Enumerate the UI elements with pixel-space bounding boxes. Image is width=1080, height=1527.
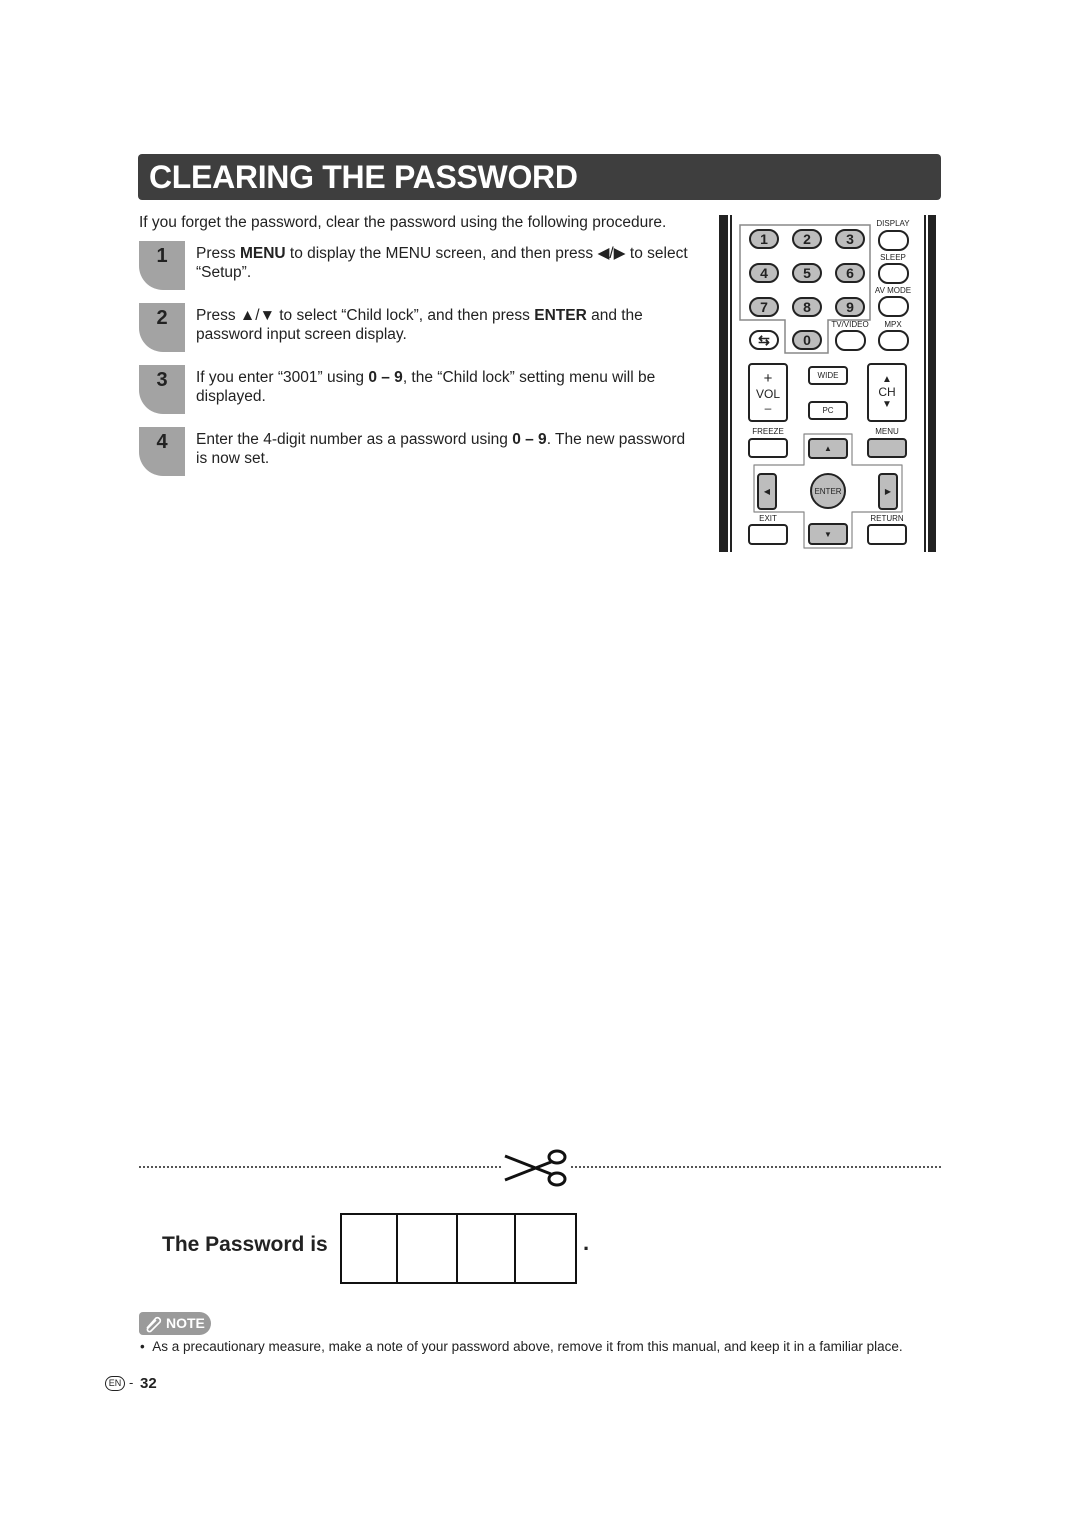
menu-button — [867, 438, 907, 458]
ch-label: CH — [878, 385, 896, 399]
return-button — [867, 523, 907, 545]
vol-label: VOL — [755, 386, 780, 401]
wide-button: WIDE — [808, 365, 848, 385]
sleep-label: SLEEP — [880, 253, 906, 262]
password-box — [398, 1215, 458, 1282]
number-button-3: 3 — [835, 229, 865, 249]
freeze-label: FREEZE — [752, 427, 784, 436]
note-label: NOTE — [166, 1315, 205, 1331]
number-button-5: 5 — [792, 263, 822, 283]
vol-plus: + — [763, 369, 773, 387]
paperclip-icon — [146, 1316, 162, 1333]
right-arrow-button: ▶ — [878, 472, 898, 510]
pc-button: PC — [808, 400, 848, 420]
number-button-6: 6 — [835, 263, 865, 283]
exit-label: EXIT — [759, 514, 777, 523]
down-arrow-button: ▼ — [808, 523, 848, 545]
exit-button — [748, 523, 788, 545]
password-period: . — [583, 1230, 590, 1255]
vol-minus: – — [764, 400, 772, 415]
number-button-8: 8 — [792, 297, 822, 317]
tv-video-button — [834, 329, 866, 351]
number-button-1: 1 — [749, 229, 779, 249]
password-box — [516, 1215, 575, 1282]
number-button-4: 4 — [749, 263, 779, 283]
tv-video-label: TV/VIDEO — [831, 320, 869, 329]
sleep-button — [877, 262, 909, 284]
remote-outlines — [739, 224, 903, 549]
menu-label: MENU — [875, 427, 899, 436]
footer-dash: - — [129, 1375, 134, 1390]
display-button — [877, 229, 909, 251]
note-item: As a precautionary measure, make a note … — [152, 1339, 903, 1354]
number-button-2: 2 — [792, 229, 822, 249]
display-label: DISPLAY — [876, 219, 910, 228]
password-box — [458, 1215, 516, 1282]
number-button-9: 9 — [835, 297, 865, 317]
ch-up-icon: ▲ — [882, 374, 892, 385]
password-boxes — [340, 1213, 577, 1284]
av-mode-label: AV MODE — [874, 286, 912, 295]
scissors-icon — [503, 1149, 569, 1187]
up-arrow-button: ▲ — [808, 437, 848, 459]
language-badge: EN — [105, 1376, 125, 1391]
left-arrow-button: ◀ — [757, 472, 777, 510]
flashback-button: ⇆ — [749, 330, 779, 350]
av-mode-button — [877, 295, 909, 317]
number-button-0: 0 — [792, 330, 822, 350]
note-badge: NOTE — [139, 1312, 211, 1335]
note-text: • As a precautionary measure, make a not… — [140, 1339, 903, 1354]
password-label: The Password is — [162, 1233, 328, 1256]
enter-button: ENTER — [810, 473, 846, 509]
ch-down-icon: ▼ — [882, 399, 892, 410]
mpx-button — [877, 329, 909, 351]
number-button-7: 7 — [749, 297, 779, 317]
volume-button: + VOL – — [748, 362, 788, 422]
mpx-label: MPX — [884, 320, 902, 329]
return-label: RETURN — [870, 514, 904, 523]
page-number: 32 — [140, 1375, 157, 1392]
freeze-button — [748, 438, 788, 458]
password-box — [342, 1215, 398, 1282]
channel-button: ▲ CH ▼ — [867, 362, 907, 422]
